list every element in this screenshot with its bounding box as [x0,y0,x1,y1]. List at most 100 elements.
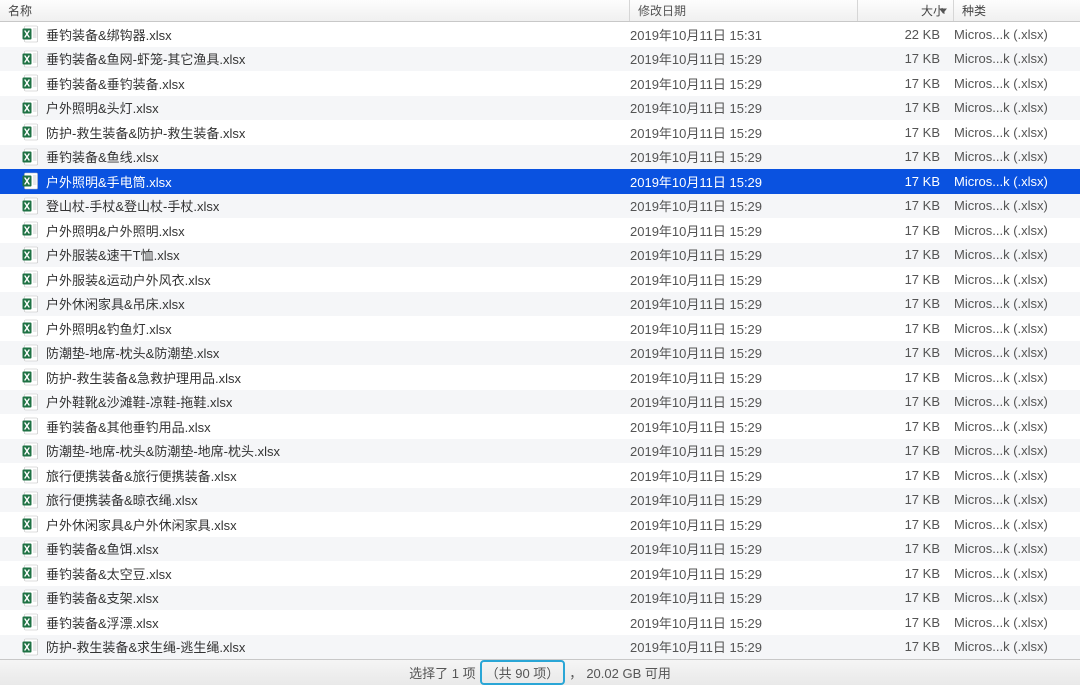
file-row[interactable]: 防护-救生装备&防护-救生装备.xlsx2019年10月11日 15:2917 … [0,120,1080,145]
file-row[interactable]: 垂钓装备&鱼网-虾笼-其它渔具.xlsx2019年10月11日 15:2917 … [0,47,1080,72]
file-kind-cell: Micros...k (.xlsx) [954,149,1080,164]
file-row[interactable]: 户外鞋靴&沙滩鞋-凉鞋-拖鞋.xlsx2019年10月11日 15:2917 K… [0,390,1080,415]
file-row[interactable]: 垂钓装备&鱼饵.xlsx2019年10月11日 15:2917 KBMicros… [0,537,1080,562]
file-row[interactable]: 旅行便携装备&晾衣绳.xlsx2019年10月11日 15:2917 KBMic… [0,488,1080,513]
file-name-label: 户外服装&速干T恤.xlsx [46,245,180,264]
status-disk: 20.02 GB 可用 [586,663,671,682]
file-row[interactable]: 防护-救生装备&求生绳-逃生绳.xlsx2019年10月11日 15:2917 … [0,635,1080,660]
file-name-cell: 户外休闲家具&户外休闲家具.xlsx [22,515,630,534]
xlsx-file-icon [22,368,40,386]
file-kind-cell: Micros...k (.xlsx) [954,370,1080,385]
file-row[interactable]: 防潮垫-地席-枕头&防潮垫-地席-枕头.xlsx2019年10月11日 15:2… [0,439,1080,464]
status-sep: ， [569,663,582,682]
file-kind-cell: Micros...k (.xlsx) [954,517,1080,532]
file-name-cell: 户外服装&速干T恤.xlsx [22,245,630,264]
file-kind-cell: Micros...k (.xlsx) [954,492,1080,507]
file-name-cell: 垂钓装备&鱼线.xlsx [22,147,630,166]
file-kind-cell: Micros...k (.xlsx) [954,321,1080,336]
file-name-cell: 垂钓装备&浮漂.xlsx [22,613,630,632]
file-name-cell: 垂钓装备&太空豆.xlsx [22,564,630,583]
column-header-date[interactable]: 修改日期 [630,0,858,21]
file-date-cell: 2019年10月11日 15:29 [630,147,858,166]
file-name-cell: 垂钓装备&支架.xlsx [22,588,630,607]
file-date-cell: 2019年10月11日 15:29 [630,441,858,460]
xlsx-file-icon [22,295,40,313]
header-kind-label: 种类 [962,2,986,19]
finder-window: 名称 修改日期 大小 种类 垂钓装备&绑钩器.xlsx2019年10月11日 1… [0,0,1080,685]
file-name-label: 防护-救生装备&求生绳-逃生绳.xlsx [46,637,245,656]
file-name-label: 户外休闲家具&吊床.xlsx [46,294,185,313]
file-row[interactable]: 防护-救生装备&急救护理用品.xlsx2019年10月11日 15:2917 K… [0,365,1080,390]
file-row[interactable]: 垂钓装备&鱼线.xlsx2019年10月11日 15:2917 KBMicros… [0,145,1080,170]
file-row[interactable]: 户外照明&户外照明.xlsx2019年10月11日 15:2917 KBMicr… [0,218,1080,243]
file-date-cell: 2019年10月11日 15:29 [630,490,858,509]
file-name-label: 垂钓装备&支架.xlsx [46,588,159,607]
file-name-cell: 户外服装&运动户外风衣.xlsx [22,270,630,289]
file-kind-cell: Micros...k (.xlsx) [954,247,1080,262]
file-name-label: 户外照明&手电筒.xlsx [46,172,172,191]
file-size-cell: 17 KB [858,321,954,336]
file-date-cell: 2019年10月11日 15:29 [630,221,858,240]
file-row[interactable]: 户外休闲家具&吊床.xlsx2019年10月11日 15:2917 KBMicr… [0,292,1080,317]
xlsx-file-icon [22,393,40,411]
column-header-size[interactable]: 大小 [858,0,954,21]
file-row[interactable]: 户外照明&头灯.xlsx2019年10月11日 15:2917 KBMicros… [0,96,1080,121]
file-row[interactable]: 旅行便携装备&旅行便携装备.xlsx2019年10月11日 15:2917 KB… [0,463,1080,488]
xlsx-file-icon [22,466,40,484]
xlsx-file-icon [22,589,40,607]
file-row[interactable]: 防潮垫-地席-枕头&防潮垫.xlsx2019年10月11日 15:2917 KB… [0,341,1080,366]
file-size-cell: 17 KB [858,272,954,287]
xlsx-file-icon [22,148,40,166]
file-name-cell: 防潮垫-地席-枕头&防潮垫.xlsx [22,343,630,362]
file-row[interactable]: 垂钓装备&绑钩器.xlsx2019年10月11日 15:3122 KBMicro… [0,22,1080,47]
xlsx-file-icon [22,221,40,239]
file-row[interactable]: 登山杖-手杖&登山杖-手杖.xlsx2019年10月11日 15:2917 KB… [0,194,1080,219]
file-name-label: 垂钓装备&鱼线.xlsx [46,147,159,166]
file-size-cell: 17 KB [858,443,954,458]
file-row[interactable]: 垂钓装备&浮漂.xlsx2019年10月11日 15:2917 KBMicros… [0,610,1080,635]
file-row[interactable]: 户外照明&钓鱼灯.xlsx2019年10月11日 15:2917 KBMicro… [0,316,1080,341]
file-size-cell: 17 KB [858,541,954,556]
file-name-cell: 登山杖-手杖&登山杖-手杖.xlsx [22,196,630,215]
file-size-cell: 17 KB [858,100,954,115]
file-size-cell: 17 KB [858,174,954,189]
file-size-cell: 22 KB [858,27,954,42]
file-date-cell: 2019年10月11日 15:29 [630,294,858,313]
file-row[interactable]: 垂钓装备&太空豆.xlsx2019年10月11日 15:2917 KBMicro… [0,561,1080,586]
file-row[interactable]: 户外服装&速干T恤.xlsx2019年10月11日 15:2917 KBMicr… [0,243,1080,268]
file-name-cell: 旅行便携装备&旅行便携装备.xlsx [22,466,630,485]
file-row[interactable]: 户外服装&运动户外风衣.xlsx2019年10月11日 15:2917 KBMi… [0,267,1080,292]
column-header-name[interactable]: 名称 [0,0,630,21]
file-kind-cell: Micros...k (.xlsx) [954,615,1080,630]
file-size-cell: 17 KB [858,615,954,630]
file-size-cell: 17 KB [858,639,954,654]
file-size-cell: 17 KB [858,370,954,385]
file-row[interactable]: 垂钓装备&支架.xlsx2019年10月11日 15:2917 KBMicros… [0,586,1080,611]
file-size-cell: 17 KB [858,419,954,434]
xlsx-file-icon [22,417,40,435]
xlsx-file-icon [22,74,40,92]
file-name-label: 防潮垫-地席-枕头&防潮垫.xlsx [46,343,219,362]
file-row[interactable]: 户外休闲家具&户外休闲家具.xlsx2019年10月11日 15:2917 KB… [0,512,1080,537]
file-list[interactable]: 垂钓装备&绑钩器.xlsx2019年10月11日 15:3122 KBMicro… [0,22,1080,659]
file-date-cell: 2019年10月11日 15:29 [630,392,858,411]
file-date-cell: 2019年10月11日 15:29 [630,98,858,117]
xlsx-file-icon [22,270,40,288]
file-name-cell: 防护-救生装备&求生绳-逃生绳.xlsx [22,637,630,656]
file-row[interactable]: 垂钓装备&其他垂钓用品.xlsx2019年10月11日 15:2917 KBMi… [0,414,1080,439]
status-selected: 选择了 1 项 [409,663,475,682]
file-kind-cell: Micros...k (.xlsx) [954,174,1080,189]
sort-descending-icon [939,8,947,13]
file-kind-cell: Micros...k (.xlsx) [954,590,1080,605]
file-date-cell: 2019年10月11日 15:29 [630,172,858,191]
file-row[interactable]: 户外照明&手电筒.xlsx 2019年10月11日 15:2917 KBMicro… [0,169,1080,194]
xlsx-file-icon [22,197,40,215]
file-date-cell: 2019年10月11日 15:29 [630,196,858,215]
file-name-cell: 防护-救生装备&急救护理用品.xlsx [22,368,630,387]
column-header-kind[interactable]: 种类 [954,0,1080,21]
file-row[interactable]: 垂钓装备&垂钓装备.xlsx2019年10月11日 15:2917 KBMicr… [0,71,1080,96]
xlsx-file-icon [22,50,40,68]
file-date-cell: 2019年10月11日 15:29 [630,539,858,558]
file-name-cell: 垂钓装备&其他垂钓用品.xlsx [22,417,630,436]
file-date-cell: 2019年10月11日 15:29 [630,319,858,338]
